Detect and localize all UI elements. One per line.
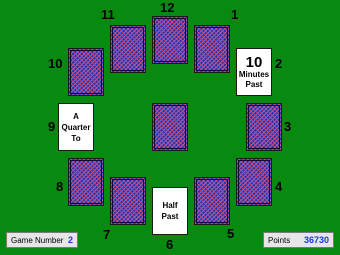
clock-number-7: 7 bbox=[103, 227, 111, 242]
card-pile-8[interactable] bbox=[68, 158, 104, 206]
game-number-value: 2 bbox=[67, 235, 73, 245]
clock-number-10: 10 bbox=[48, 56, 63, 71]
clock-number-8: 8 bbox=[56, 179, 64, 194]
points-panel: Points 36730 bbox=[263, 232, 334, 248]
card-pile-5[interactable] bbox=[194, 177, 230, 225]
card-pile-3[interactable] bbox=[246, 103, 282, 151]
card-pile-7[interactable] bbox=[110, 177, 146, 225]
clock-number-5: 5 bbox=[227, 226, 235, 241]
clock-number-1: 1 bbox=[231, 7, 239, 22]
card-10-minutes-past-line1: Minutes bbox=[238, 69, 270, 79]
card-half-past[interactable]: Half Past bbox=[152, 187, 188, 235]
card-10-minutes-past[interactable]: 10 Minutes Past bbox=[236, 48, 272, 96]
clock-number-4: 4 bbox=[275, 179, 283, 194]
points-value: 36730 bbox=[303, 235, 329, 245]
card-a-quarter-to[interactable]: A Quarter To bbox=[58, 103, 94, 151]
game-number-panel: Game Number 2 bbox=[6, 232, 78, 248]
game-number-label: Game Number bbox=[11, 235, 64, 245]
clock-number-2: 2 bbox=[275, 56, 283, 71]
clock-number-3: 3 bbox=[284, 119, 292, 134]
card-pile-10[interactable] bbox=[68, 48, 104, 96]
clock-number-12: 12 bbox=[160, 0, 175, 15]
card-half-line2: Past bbox=[161, 212, 179, 221]
clock-number-6: 6 bbox=[166, 237, 174, 252]
card-10-minutes-past-line2: Past bbox=[245, 79, 263, 89]
card-half-line1: Half bbox=[162, 201, 178, 210]
card-quarter-line3: To bbox=[71, 133, 81, 143]
card-pile-1[interactable] bbox=[194, 25, 230, 73]
card-pile-4[interactable] bbox=[236, 158, 272, 206]
card-quarter-line1: A bbox=[73, 111, 79, 121]
card-10-minutes-past-number: 10 bbox=[245, 53, 263, 71]
card-pile-11[interactable] bbox=[110, 25, 146, 73]
points-label: Points bbox=[268, 235, 291, 245]
card-pile-12[interactable] bbox=[152, 16, 188, 64]
clock-number-11: 11 bbox=[101, 7, 115, 22]
clock-number-9: 9 bbox=[48, 119, 56, 134]
card-pile-center[interactable] bbox=[152, 103, 188, 151]
card-quarter-line2: Quarter bbox=[61, 122, 91, 132]
